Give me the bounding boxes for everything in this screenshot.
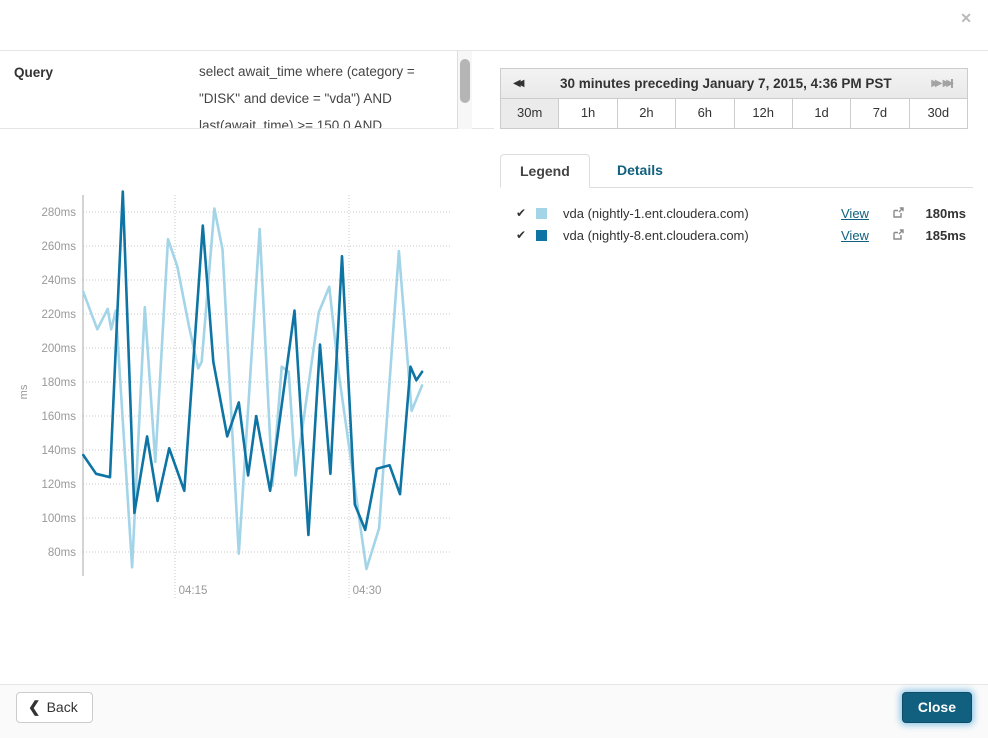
tab-legend[interactable]: Legend xyxy=(500,154,590,188)
y-tick-label: 260ms xyxy=(41,241,76,253)
series-color-swatch xyxy=(536,208,547,219)
time-range-2h[interactable]: 2h xyxy=(618,99,676,128)
chart-detail-modal: ✕ Query select await_time where (categor… xyxy=(0,0,988,738)
series-color-swatch xyxy=(536,230,547,241)
query-text: select await_time where (category = "DIS… xyxy=(199,51,457,128)
time-range-options: 30m 1h 2h 6h 12h 1d 7d 30d xyxy=(501,99,967,128)
view-link[interactable]: View xyxy=(841,228,893,243)
time-range-title: 30 minutes preceding January 7, 2015, 4:… xyxy=(522,76,929,91)
view-link[interactable]: View xyxy=(841,206,893,221)
legend-row: ✔ vda (nightly-8.ent.cloudera.com) View … xyxy=(500,224,973,246)
y-tick-label: 80ms xyxy=(48,547,76,559)
series-label: vda (nightly-1.ent.cloudera.com) xyxy=(563,206,841,221)
query-line: "DISK" and device = "vda") AND xyxy=(199,85,457,112)
y-tick-label: 100ms xyxy=(41,513,76,525)
y-tick-label: 140ms xyxy=(41,445,76,457)
time-range-30d[interactable]: 30d xyxy=(910,99,967,128)
y-tick-label: 120ms xyxy=(41,479,76,491)
legend-details-tabs: Legend Details xyxy=(500,154,973,188)
query-scrollbar-thumb[interactable] xyxy=(460,59,470,103)
time-range-1d[interactable]: 1d xyxy=(793,99,851,128)
series-checkbox[interactable]: ✔ xyxy=(500,206,526,220)
query-line: select await_time where (category = xyxy=(199,58,457,85)
time-forward-to-now-icon[interactable]: ▶▶ xyxy=(941,78,955,89)
y-tick-label: 280ms xyxy=(41,207,76,219)
legend-row: ✔ vda (nightly-1.ent.cloudera.com) View … xyxy=(500,202,973,224)
x-tick-label: 04:15 xyxy=(179,585,208,597)
legend-panel: ✔ vda (nightly-1.ent.cloudera.com) View … xyxy=(500,202,973,246)
series-line xyxy=(83,192,422,535)
y-tick-label: 180ms xyxy=(41,377,76,389)
series-label: vda (nightly-8.ent.cloudera.com) xyxy=(563,228,841,243)
time-back-icon[interactable]: ◀◀ xyxy=(511,78,522,89)
series-current-value: 180ms xyxy=(911,206,973,221)
line-chart-svg: 80ms 100ms 120ms 140ms 160ms 180ms 200ms 220ms 2… xyxy=(0,185,480,610)
series-checkbox[interactable]: ✔ xyxy=(500,228,526,242)
time-range-12h[interactable]: 12h xyxy=(735,99,793,128)
time-range-1h[interactable]: 1h xyxy=(559,99,617,128)
time-range-widget: ◀◀ 30 minutes preceding January 7, 2015,… xyxy=(500,68,968,129)
close-icon[interactable]: ✕ xyxy=(960,10,972,27)
y-tick-label: 200ms xyxy=(41,343,76,355)
query-line: last(await_time) >= 150.0 AND xyxy=(199,112,457,128)
series-line xyxy=(83,209,422,569)
tab-details[interactable]: Details xyxy=(601,154,679,188)
await-time-chart: 80ms 100ms 120ms 140ms 160ms 180ms 200ms 220ms 2… xyxy=(0,185,480,610)
series-current-value: 185ms xyxy=(911,228,973,243)
y-tick-label: 160ms xyxy=(41,411,76,423)
time-range-7d[interactable]: 7d xyxy=(851,99,909,128)
external-link-icon[interactable] xyxy=(893,206,911,221)
y-tick-label: 220ms xyxy=(41,309,76,321)
back-button[interactable]: ❮Back xyxy=(16,692,93,723)
y-tick-label: 240ms xyxy=(41,275,76,287)
close-button[interactable]: Close xyxy=(902,692,972,723)
time-range-header: ◀◀ 30 minutes preceding January 7, 2015,… xyxy=(501,69,967,99)
time-forward-icon[interactable]: ▶▶ xyxy=(929,78,940,89)
y-axis-label: ms xyxy=(18,384,30,399)
time-range-30m[interactable]: 30m xyxy=(501,99,559,128)
external-link-icon[interactable] xyxy=(893,228,911,243)
chevron-left-icon: ❮ xyxy=(28,699,41,716)
query-label: Query xyxy=(0,51,199,128)
time-range-6h[interactable]: 6h xyxy=(676,99,734,128)
query-section: Query select await_time where (category … xyxy=(0,51,494,129)
modal-footer: ❮Back Close xyxy=(0,684,988,738)
query-scrollbar[interactable] xyxy=(457,51,472,129)
x-tick-label: 04:30 xyxy=(353,585,382,597)
